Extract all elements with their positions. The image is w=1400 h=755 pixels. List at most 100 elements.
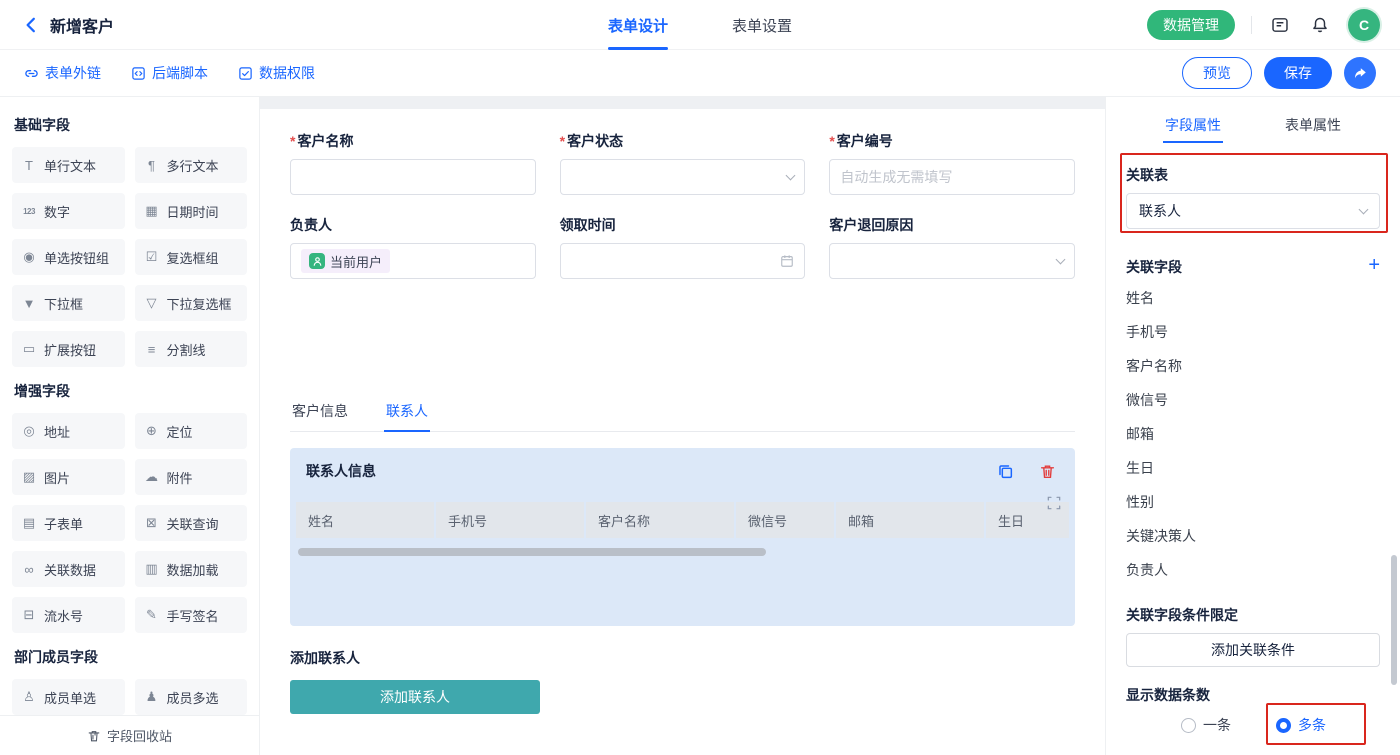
- copy-icon[interactable]: [993, 459, 1017, 483]
- customer-name-input[interactable]: [290, 159, 536, 195]
- relation-field-item-birthday[interactable]: 生日: [1126, 451, 1380, 485]
- tab-form-settings[interactable]: 表单设置: [732, 0, 792, 50]
- data-permission-link[interactable]: 数据权限: [238, 63, 315, 83]
- sidebar-field-member-multi[interactable]: ♟成员多选: [135, 679, 248, 715]
- contact-subform-panel[interactable]: 联系人信息 姓名: [290, 448, 1075, 626]
- sidebar-field-extend-button[interactable]: ▭扩展按钮: [12, 331, 125, 367]
- tab-form-properties[interactable]: 表单属性: [1283, 107, 1343, 143]
- form-external-link[interactable]: 表单外链: [24, 63, 101, 83]
- field-label: 地址: [44, 422, 70, 441]
- sidebar-field-locate[interactable]: ⊕定位: [135, 413, 248, 449]
- relation-field-item-name[interactable]: 姓名: [1126, 281, 1380, 315]
- radio-single-record[interactable]: 一条: [1181, 715, 1231, 735]
- number-icon: 123: [20, 207, 38, 216]
- sidebar-field-multi-line-text[interactable]: ¶多行文本: [135, 147, 248, 183]
- field-label: 负责人: [290, 217, 536, 233]
- form-designer-app: 新增客户 表单设计 表单设置 数据管理 C 表单外链 后端脚本: [0, 0, 1400, 755]
- toolbar-actions: 预览 保存: [1182, 57, 1376, 89]
- form-field-customer-status[interactable]: *客户状态: [560, 133, 806, 195]
- form-field-customer-code[interactable]: *客户编号: [829, 133, 1075, 195]
- relation-data-icon: ∞: [20, 562, 38, 577]
- required-asterisk: *: [290, 133, 295, 149]
- customer-status-select[interactable]: [560, 159, 806, 195]
- column-header-phone[interactable]: 手机号: [436, 502, 584, 538]
- relation-field-item-gender[interactable]: 性别: [1126, 485, 1380, 519]
- sidebar-field-single-line-text[interactable]: T单行文本: [12, 147, 125, 183]
- delete-icon[interactable]: [1035, 459, 1059, 483]
- sidebar-field-divider[interactable]: ≡分割线: [135, 331, 248, 367]
- member-single-icon: ♙: [20, 689, 38, 705]
- relation-field-item-phone[interactable]: 手机号: [1126, 315, 1380, 349]
- user-avatar[interactable]: C: [1348, 9, 1380, 41]
- tab-field-properties[interactable]: 字段属性: [1163, 107, 1223, 143]
- subform-title: 联系人信息: [306, 461, 376, 481]
- sidebar-field-attachment[interactable]: ☁附件: [135, 459, 248, 495]
- back-button[interactable]: [20, 14, 42, 36]
- backend-script-link[interactable]: 后端脚本: [131, 63, 208, 83]
- customer-code-input[interactable]: [829, 159, 1075, 195]
- sidebar-field-image[interactable]: ▨图片: [12, 459, 125, 495]
- column-header-email[interactable]: 邮箱: [836, 502, 984, 538]
- sidebar-field-serial-number[interactable]: ⊟流水号: [12, 597, 125, 633]
- sidebar-field-address[interactable]: ◎地址: [12, 413, 125, 449]
- owner-field[interactable]: 当前用户: [290, 243, 536, 279]
- top-header: 新增客户 表单设计 表单设置 数据管理 C: [0, 0, 1400, 50]
- data-manage-button[interactable]: 数据管理: [1147, 10, 1235, 40]
- add-relation-condition-button[interactable]: 添加关联条件: [1126, 633, 1380, 667]
- page-title: 新增客户: [50, 13, 114, 37]
- field-label: 定位: [167, 422, 193, 441]
- sidebar-field-number[interactable]: 123数字: [12, 193, 125, 229]
- sidebar-field-radio-group[interactable]: ◉单选按钮组: [12, 239, 125, 275]
- add-relation-field-icon[interactable]: +: [1368, 255, 1380, 275]
- form-field-owner[interactable]: 负责人 当前用户: [290, 217, 536, 279]
- serial-number-icon: ⊟: [20, 607, 38, 623]
- relation-field-item-wechat[interactable]: 微信号: [1126, 383, 1380, 417]
- single-line-text-icon: T: [20, 158, 38, 173]
- claim-time-date-input[interactable]: [560, 243, 806, 279]
- form-field-return-reason[interactable]: 客户退回原因: [829, 217, 1075, 279]
- preview-button[interactable]: 预览: [1182, 57, 1252, 89]
- field-recycle-bin[interactable]: 字段回收站: [0, 715, 259, 755]
- tab-form-design[interactable]: 表单设计: [608, 0, 668, 50]
- form-card: *客户名称 *客户状态 *客户编号 负责人: [260, 109, 1105, 755]
- return-reason-select[interactable]: [829, 243, 1075, 279]
- sidebar-field-checkbox-group[interactable]: ☑复选框组: [135, 239, 248, 275]
- sidebar-field-member-single[interactable]: ♙ 成员单选: [12, 679, 125, 715]
- tab-contacts[interactable]: 联系人: [384, 393, 430, 431]
- sidebar-field-relation-data[interactable]: ∞关联数据: [12, 551, 125, 587]
- sidebar-field-relation-query[interactable]: ⊠关联查询: [135, 505, 248, 541]
- dropdown-icon: ▼: [20, 296, 38, 311]
- share-arrow-icon: [1352, 65, 1368, 81]
- relation-field-item-owner[interactable]: 负责人: [1126, 553, 1380, 587]
- column-header-wechat[interactable]: 微信号: [736, 502, 834, 538]
- sidebar-field-data-load[interactable]: ▥数据加载: [135, 551, 248, 587]
- relation-table-label: 关联表: [1126, 165, 1380, 181]
- form-field-claim-time[interactable]: 领取时间: [560, 217, 806, 279]
- field-label: 复选框组: [167, 248, 219, 267]
- field-label: 成员单选: [44, 688, 96, 707]
- relation-table-select[interactable]: 联系人: [1126, 193, 1380, 229]
- sidebar-field-datetime[interactable]: ▦日期时间: [135, 193, 248, 229]
- workspace-icon[interactable]: [1268, 13, 1292, 37]
- field-label: 成员多选: [167, 688, 219, 707]
- radio-multiple-records[interactable]: 多条: [1276, 715, 1326, 735]
- notification-bell-icon[interactable]: [1308, 13, 1332, 37]
- column-header-customer-name[interactable]: 客户名称: [586, 502, 734, 538]
- save-button[interactable]: 保存: [1264, 57, 1332, 89]
- sidebar-field-multi-dropdown[interactable]: ▽下拉复选框: [135, 285, 248, 321]
- form-field-customer-name[interactable]: *客户名称: [290, 133, 536, 195]
- share-button[interactable]: [1344, 57, 1376, 89]
- sidebar-field-subform[interactable]: ▤子表单: [12, 505, 125, 541]
- relation-field-item-email[interactable]: 邮箱: [1126, 417, 1380, 451]
- sidebar-field-dropdown[interactable]: ▼下拉框: [12, 285, 125, 321]
- horizontal-scrollbar[interactable]: [298, 548, 766, 556]
- relation-field-item-customer-name[interactable]: 客户名称: [1126, 349, 1380, 383]
- column-header-name[interactable]: 姓名: [296, 502, 434, 538]
- vertical-scrollbar[interactable]: [1391, 555, 1397, 685]
- tab-customer-info[interactable]: 客户信息: [290, 393, 350, 431]
- relation-field-item-key-decision-maker[interactable]: 关键决策人: [1126, 519, 1380, 553]
- current-user-tag[interactable]: 当前用户: [301, 249, 390, 273]
- add-contact-button[interactable]: 添加联系人: [290, 680, 540, 714]
- required-asterisk: *: [560, 133, 565, 149]
- sidebar-field-signature[interactable]: ✎手写签名: [135, 597, 248, 633]
